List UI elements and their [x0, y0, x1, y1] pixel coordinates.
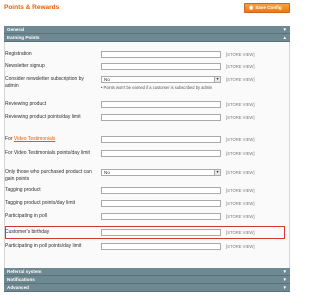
scope-label: [STORE VIEW]: [226, 214, 255, 219]
video-testimonials-input[interactable]: [101, 136, 221, 143]
scope-label: [STORE VIEW]: [226, 77, 255, 82]
highlight-box: [5, 226, 285, 239]
purchased-only-select[interactable]: No ▼: [101, 169, 221, 176]
scope-label: [STORE VIEW]: [226, 170, 255, 175]
page-header: Points & Rewards ◉ Save Config: [0, 0, 294, 14]
field-label: Reviewing product: [5, 101, 47, 107]
poll-input[interactable]: [101, 213, 221, 220]
chevron-down-icon: ▼: [282, 285, 287, 290]
scope-label: [STORE VIEW]: [226, 102, 255, 107]
section-advanced-header[interactable]: Advanced ▼: [4, 284, 290, 292]
field-note: •Points won't be earned if a customer is…: [101, 85, 221, 90]
poll-limit-input[interactable]: [101, 243, 221, 250]
reviewing-product-input[interactable]: [101, 101, 221, 108]
field-label: Consider newsletter subscription by admi…: [5, 76, 84, 89]
scope-label: [STORE VIEW]: [226, 64, 255, 69]
field-label: Newsletter signup: [5, 63, 45, 69]
newsletter-admin-select[interactable]: No ▼: [101, 76, 221, 83]
select-value: No: [104, 170, 110, 175]
save-config-label: Save Config: [255, 5, 282, 10]
chevron-down-icon: ▼: [282, 269, 287, 274]
field-label: Participating in poll points/day limit: [5, 243, 82, 249]
section-earning-header[interactable]: Earning Points ▲: [4, 34, 290, 42]
field-label: Registration: [5, 51, 32, 57]
section-earning-label: Earning Points: [7, 35, 40, 40]
section-general-header[interactable]: General ▼: [4, 26, 290, 34]
field-label: For Video Testimonials points/day limit: [5, 150, 90, 156]
field-label: Tagging product points/day limit: [5, 200, 76, 206]
field-label: Reviewing product points/day limit: [5, 114, 81, 120]
dropdown-arrow-icon: ▼: [214, 77, 220, 82]
chevron-up-icon: ▲: [282, 35, 287, 40]
label-prefix: For: [5, 136, 14, 142]
video-limit-input[interactable]: [101, 150, 221, 157]
reviewing-limit-input[interactable]: [101, 114, 221, 121]
field-label: For Video Testimonials: [5, 136, 93, 143]
section-advanced-label: Advanced: [7, 285, 29, 290]
scope-label: [STORE VIEW]: [226, 137, 255, 142]
chevron-down-icon: ▼: [282, 27, 287, 32]
save-config-button[interactable]: ◉ Save Config: [244, 3, 290, 13]
tagging-product-input[interactable]: [101, 187, 221, 194]
scope-label: [STORE VIEW]: [226, 151, 255, 156]
newsletter-signup-input[interactable]: [101, 63, 221, 70]
registration-input[interactable]: [101, 51, 221, 58]
field-label: Only those who purchased product can gai…: [5, 169, 92, 182]
page-title: Points & Rewards: [4, 4, 60, 11]
scope-label: [STORE VIEW]: [226, 201, 255, 206]
video-testimonials-link[interactable]: Video Testimonials: [14, 136, 56, 142]
scope-label: [STORE VIEW]: [226, 188, 255, 193]
scope-label: [STORE VIEW]: [226, 52, 255, 57]
chevron-down-icon: ▼: [282, 277, 287, 282]
tagging-limit-input[interactable]: [101, 200, 221, 207]
dropdown-arrow-icon: ▼: [214, 170, 220, 175]
scope-label: [STORE VIEW]: [226, 244, 255, 249]
section-referral-label: Referral system: [7, 269, 42, 274]
section-notifications-header[interactable]: Notifications ▼: [4, 276, 290, 284]
field-label: Tagging product: [5, 187, 41, 193]
section-notifications-label: Notifications: [7, 277, 35, 282]
select-value: No: [104, 77, 110, 82]
section-general-label: General: [7, 27, 25, 32]
note-text: Points won't be earned if a customer is …: [103, 85, 213, 90]
scope-label: [STORE VIEW]: [226, 115, 255, 120]
save-icon: ◉: [249, 6, 254, 11]
section-referral-header[interactable]: Referral system ▼: [4, 268, 290, 276]
field-label: Participating in poll: [5, 213, 47, 219]
